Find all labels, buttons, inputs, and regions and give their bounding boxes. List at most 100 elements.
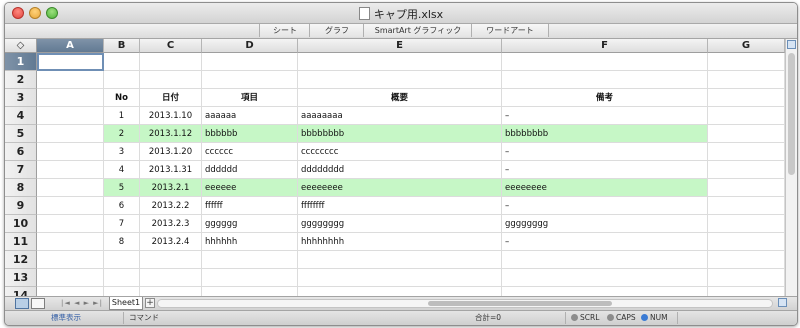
cell-c14[interactable] — [140, 287, 202, 296]
ribbon-tab-chart[interactable]: グラフ — [309, 24, 365, 37]
cell-c4[interactable]: 2013.1.10 — [140, 107, 202, 125]
page-layout-view-button[interactable] — [31, 298, 45, 309]
cell-a10[interactable] — [37, 215, 104, 233]
cell-b3[interactable]: No — [104, 89, 140, 107]
cell-f11[interactable]: – — [502, 233, 708, 251]
cell-a1[interactable] — [37, 53, 104, 71]
cell-f12[interactable] — [502, 251, 708, 269]
cell-c9[interactable]: 2013.2.2 — [140, 197, 202, 215]
row-header-3[interactable]: 3 — [5, 89, 37, 107]
column-header-f[interactable]: F — [502, 39, 708, 53]
cell-a13[interactable] — [37, 269, 104, 287]
cell-g14[interactable] — [708, 287, 785, 296]
cell-f8[interactable]: eeeeeeee — [502, 179, 708, 197]
cell-d1[interactable] — [202, 53, 298, 71]
cell-e9[interactable]: ffffffff — [298, 197, 502, 215]
cell-c1[interactable] — [140, 53, 202, 71]
cell-e3[interactable]: 概要 — [298, 89, 502, 107]
cell-e8[interactable]: eeeeeeee — [298, 179, 502, 197]
cell-e11[interactable]: hhhhhhhh — [298, 233, 502, 251]
cell-f7[interactable]: – — [502, 161, 708, 179]
cell-b9[interactable]: 6 — [104, 197, 140, 215]
cell-c7[interactable]: 2013.1.31 — [140, 161, 202, 179]
cell-c13[interactable] — [140, 269, 202, 287]
row-header-8[interactable]: 8 — [5, 179, 37, 197]
cell-g7[interactable] — [708, 161, 785, 179]
cell-c2[interactable] — [140, 71, 202, 89]
row-header-4[interactable]: 4 — [5, 107, 37, 125]
cell-c11[interactable]: 2013.2.4 — [140, 233, 202, 251]
cell-a14[interactable] — [37, 287, 104, 296]
horizontal-split-icon[interactable] — [778, 298, 787, 307]
vertical-scrollbar[interactable] — [785, 39, 797, 296]
row-header-11[interactable]: 11 — [5, 233, 37, 251]
cell-c12[interactable] — [140, 251, 202, 269]
cell-b6[interactable]: 3 — [104, 143, 140, 161]
cell-a2[interactable] — [37, 71, 104, 89]
cell-e1[interactable] — [298, 53, 502, 71]
cell-g6[interactable] — [708, 143, 785, 161]
cell-f9[interactable]: – — [502, 197, 708, 215]
cell-g11[interactable] — [708, 233, 785, 251]
cell-g5[interactable] — [708, 125, 785, 143]
add-sheet-button[interactable]: + — [145, 298, 155, 308]
cell-d4[interactable]: aaaaaa — [202, 107, 298, 125]
row-header-6[interactable]: 6 — [5, 143, 37, 161]
cell-e10[interactable]: gggggggg — [298, 215, 502, 233]
cell-d9[interactable]: ffffff — [202, 197, 298, 215]
cell-f5[interactable]: bbbbbbbb — [502, 125, 708, 143]
vertical-scroll-thumb[interactable] — [788, 53, 795, 175]
row-header-13[interactable]: 13 — [5, 269, 37, 287]
cell-b12[interactable] — [104, 251, 140, 269]
split-pane-icon[interactable] — [787, 40, 796, 49]
row-header-14[interactable]: 14 — [5, 287, 37, 296]
cell-f13[interactable] — [502, 269, 708, 287]
cell-g2[interactable] — [708, 71, 785, 89]
cell-e7[interactable]: dddddddd — [298, 161, 502, 179]
cell-c6[interactable]: 2013.1.20 — [140, 143, 202, 161]
cell-g1[interactable] — [708, 53, 785, 71]
normal-view-button[interactable] — [15, 298, 29, 309]
cell-b5[interactable]: 2 — [104, 125, 140, 143]
cell-a12[interactable] — [37, 251, 104, 269]
ribbon-tab-wordart[interactable]: ワードアート — [471, 24, 549, 37]
cell-a5[interactable] — [37, 125, 104, 143]
cell-a8[interactable] — [37, 179, 104, 197]
cell-c5[interactable]: 2013.1.12 — [140, 125, 202, 143]
ribbon-tab-smartart[interactable]: SmartArt グラフィック — [363, 24, 473, 37]
cell-d2[interactable] — [202, 71, 298, 89]
ribbon-tab-sheet[interactable]: シート — [259, 24, 311, 37]
row-header-9[interactable]: 9 — [5, 197, 37, 215]
cell-f1[interactable] — [502, 53, 708, 71]
cell-e6[interactable]: cccccccc — [298, 143, 502, 161]
cell-a4[interactable] — [37, 107, 104, 125]
row-header-12[interactable]: 12 — [5, 251, 37, 269]
cell-g10[interactable] — [708, 215, 785, 233]
cell-e13[interactable] — [298, 269, 502, 287]
cell-b4[interactable]: 1 — [104, 107, 140, 125]
cell-d7[interactable]: dddddd — [202, 161, 298, 179]
cell-d11[interactable]: hhhhhh — [202, 233, 298, 251]
cell-b1[interactable] — [104, 53, 140, 71]
cell-g9[interactable] — [708, 197, 785, 215]
cell-g3[interactable] — [708, 89, 785, 107]
horizontal-scrollbar[interactable] — [157, 299, 773, 308]
row-header-7[interactable]: 7 — [5, 161, 37, 179]
cell-e5[interactable]: bbbbbbbb — [298, 125, 502, 143]
cell-a6[interactable] — [37, 143, 104, 161]
cell-b2[interactable] — [104, 71, 140, 89]
cell-a11[interactable] — [37, 233, 104, 251]
cell-d13[interactable] — [202, 269, 298, 287]
cell-g4[interactable] — [708, 107, 785, 125]
cell-e4[interactable]: aaaaaaaa — [298, 107, 502, 125]
cell-f6[interactable]: – — [502, 143, 708, 161]
column-header-a[interactable]: A — [37, 39, 104, 53]
sheet-navigation-arrows[interactable]: |◄ ◄ ► ►| — [61, 297, 103, 310]
cell-b14[interactable] — [104, 287, 140, 296]
cell-a3[interactable] — [37, 89, 104, 107]
column-header-c[interactable]: C — [140, 39, 202, 53]
cell-d3[interactable]: 項目 — [202, 89, 298, 107]
cell-e2[interactable] — [298, 71, 502, 89]
cell-d12[interactable] — [202, 251, 298, 269]
cell-a7[interactable] — [37, 161, 104, 179]
